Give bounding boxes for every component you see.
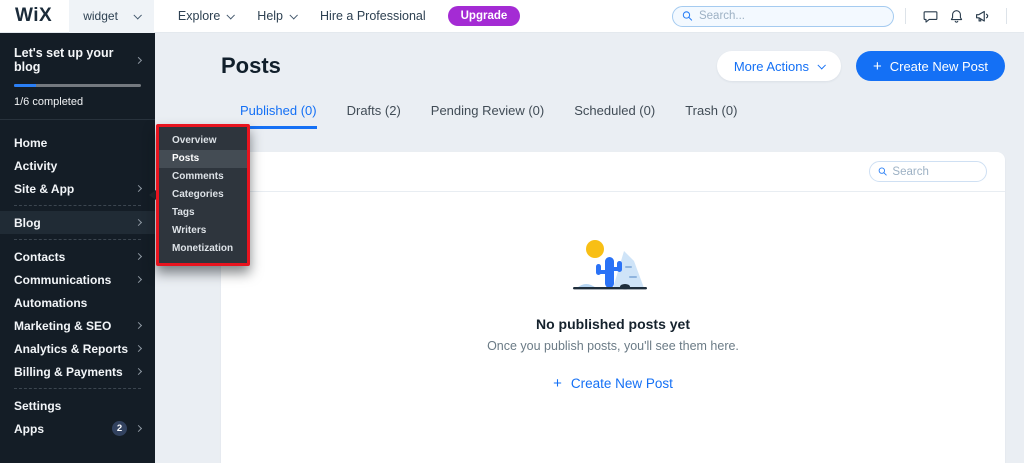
divider [1006,8,1007,24]
page-title: Posts [221,53,281,79]
search-icon [682,10,693,22]
chevron-down-icon [227,11,235,19]
empty-state: No published posts yet Once you publish … [221,192,1005,393]
chevron-right-icon [135,253,142,260]
tab-pending-review[interactable]: Pending Review (0) [431,103,544,129]
sidebar-item-apps[interactable]: Apps 2 [0,417,155,440]
setup-progress-bar [14,84,141,87]
help-menu[interactable]: Help [257,9,296,23]
header-actions: More Actions + Create New Post [717,51,1005,81]
empty-state-title: No published posts yet [221,316,1005,332]
site-switcher-label: widget [83,9,118,23]
flyout-arrow [149,190,156,200]
tab-trash[interactable]: Trash (0) [685,103,737,129]
sidebar-item-contacts[interactable]: Contacts [0,245,155,268]
sidebar-item-billing-payments[interactable]: Billing & Payments [0,360,155,383]
sidebar-item-automations[interactable]: Automations [0,291,155,314]
posts-tabs: Published (0) Drafts (2) Pending Review … [240,103,737,129]
submenu-item-categories[interactable]: Categories [159,186,247,204]
divider [905,8,906,24]
global-search[interactable] [672,6,894,27]
submenu-item-posts[interactable]: Posts [159,150,247,168]
apps-count-badge: 2 [112,421,127,436]
sidebar-item-analytics-reports[interactable]: Analytics & Reports [0,337,155,360]
topbar-right-group [672,3,1024,29]
sidebar-item-site-and-app[interactable]: Site & App [0,177,155,200]
setup-progress-fill [14,84,36,87]
sidebar: Let's set up your blog 1/6 completed Hom… [0,33,155,463]
tab-drafts[interactable]: Drafts (2) [347,103,401,129]
setup-title: Let's set up your blog [14,46,136,74]
notifications-bell-icon[interactable] [943,3,969,29]
posts-list-card: No published posts yet Once you publish … [221,152,1005,463]
chevron-right-icon [135,322,142,329]
chat-icon[interactable] [917,3,943,29]
search-icon [878,166,887,177]
posts-search-input[interactable] [892,166,978,178]
empty-state-subtitle: Once you publish posts, you'll see them … [221,339,1005,353]
submenu-item-tags[interactable]: Tags [159,204,247,222]
divider [14,239,141,240]
blog-setup-panel[interactable]: Let's set up your blog 1/6 completed [0,33,155,120]
empty-state-illustration [565,238,661,296]
submenu-item-writers[interactable]: Writers [159,222,247,240]
submenu-item-monetization[interactable]: Monetization [159,240,247,258]
create-new-post-button[interactable]: + Create New Post [856,51,1005,81]
plus-icon: + [553,376,562,391]
divider [14,205,141,206]
help-label: Help [257,9,283,23]
sidebar-item-communications[interactable]: Communications [0,268,155,291]
plus-icon: + [873,59,882,74]
upgrade-button[interactable]: Upgrade [448,6,521,26]
chevron-down-icon [817,61,825,69]
main-content: Posts More Actions + Create New Post Pub… [155,33,1024,463]
blog-submenu-annotated: Overview Posts Comments Categories Tags … [156,124,250,266]
chevron-down-icon [133,11,141,19]
explore-label: Explore [178,9,220,23]
chevron-right-icon [135,345,142,352]
chevron-right-icon [135,276,142,283]
chevron-right-icon [135,368,142,375]
submenu-item-comments[interactable]: Comments [159,168,247,186]
page-header: Posts More Actions + Create New Post [221,51,1005,81]
more-actions-button[interactable]: More Actions [717,51,841,81]
sidebar-item-marketing-seo[interactable]: Marketing & SEO [0,314,155,337]
tab-scheduled[interactable]: Scheduled (0) [574,103,655,129]
search-input[interactable] [699,10,884,22]
sidebar-item-home[interactable]: Home [0,131,155,154]
wix-logo[interactable]: WiX [0,5,69,27]
chevron-down-icon [289,11,297,19]
sidebar-item-settings[interactable]: Settings [0,394,155,417]
sidebar-nav: Home Activity Site & App Blog Contacts C… [0,120,155,440]
posts-card-toolbar [221,152,1005,192]
sidebar-item-activity[interactable]: Activity [0,154,155,177]
site-switcher-dropdown[interactable]: widget [69,0,154,33]
chevron-right-icon [135,185,142,192]
tab-published[interactable]: Published (0) [240,103,317,129]
sidebar-item-blog[interactable]: Blog [0,211,155,234]
setup-progress-label: 1/6 completed [14,96,141,108]
divider [14,388,141,389]
hire-professional-label: Hire a Professional [320,9,426,23]
chevron-right-icon [135,57,142,64]
chevron-right-icon [135,425,142,432]
top-bar: WiX widget Explore Help Hire a Professio… [0,0,1024,33]
chevron-right-icon [135,219,142,226]
submenu-item-overview[interactable]: Overview [159,132,247,150]
hire-professional-link[interactable]: Hire a Professional [320,9,426,23]
explore-menu[interactable]: Explore [178,9,233,23]
empty-state-create-post-link[interactable]: + Create New Post [553,376,673,391]
posts-search[interactable] [869,161,987,182]
announcements-megaphone-icon[interactable] [969,3,995,29]
